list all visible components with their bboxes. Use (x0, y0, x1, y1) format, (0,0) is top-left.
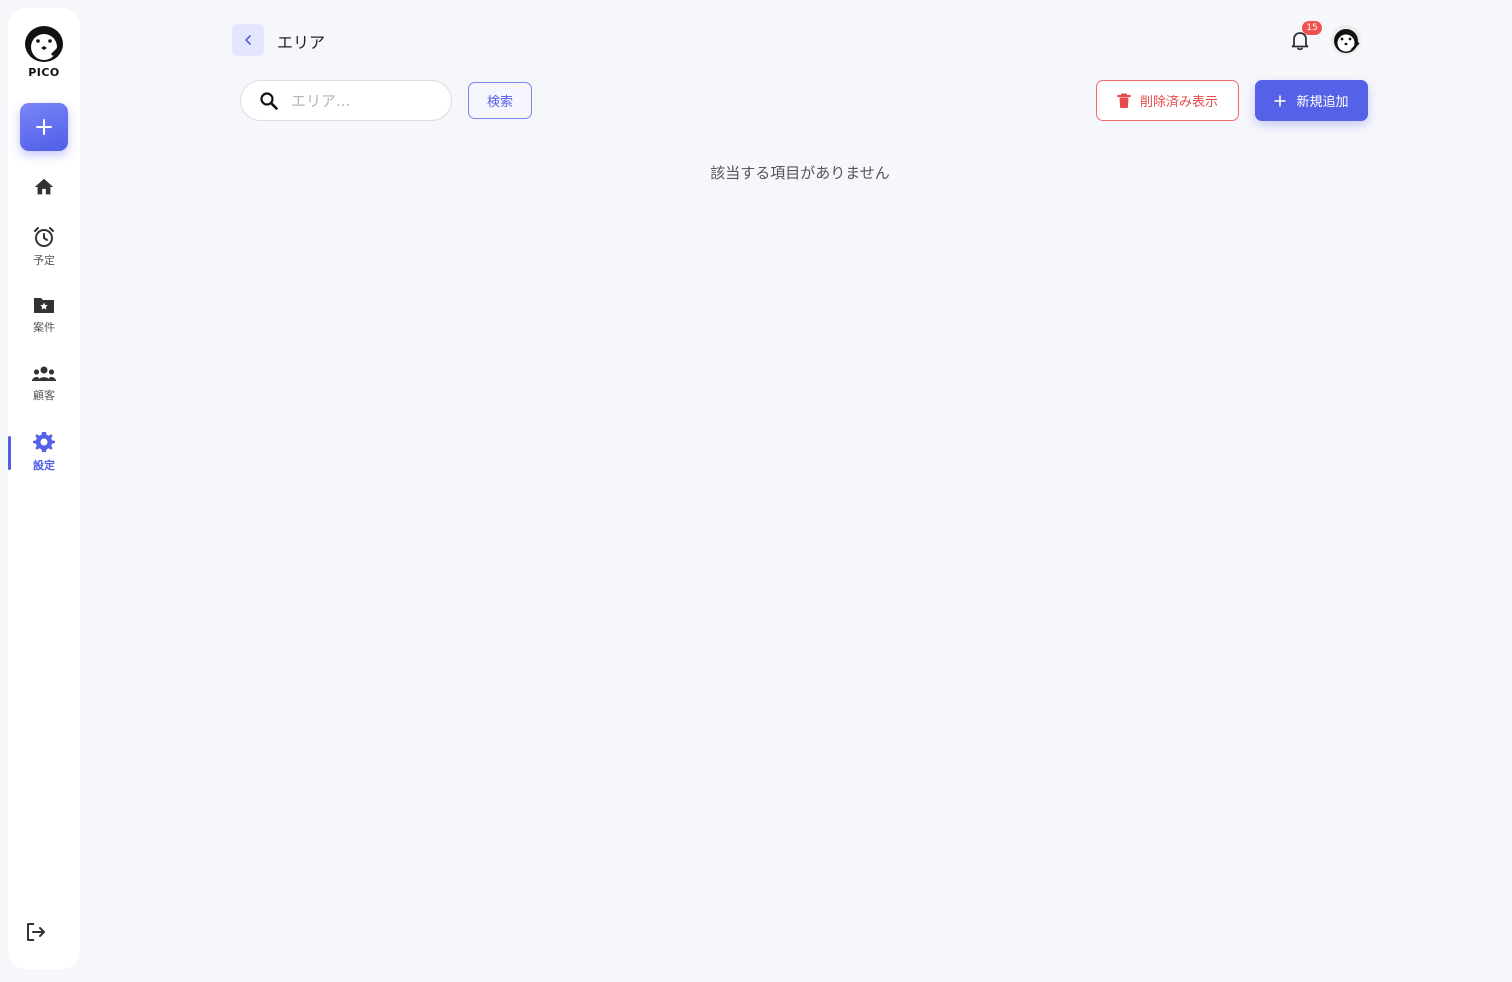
sidebar-item-home[interactable] (8, 176, 80, 198)
notification-count-badge: 15 (1302, 21, 1322, 35)
plus-icon (36, 119, 52, 135)
sidebar-item-label: 顧客 (33, 389, 55, 402)
add-new-label: 新規追加 (1296, 95, 1349, 110)
gear-icon (33, 432, 55, 452)
search-box (240, 80, 452, 121)
sidebar-item-customers[interactable]: 顧客 (8, 364, 80, 403)
home-icon (34, 178, 54, 195)
quick-add-button[interactable] (20, 103, 68, 151)
empty-state-message: 該当する項目がありません (710, 164, 890, 182)
folder-star-icon (34, 298, 54, 313)
alarm-clock-icon (34, 227, 54, 247)
logout-button[interactable] (24, 920, 48, 944)
sidebar-item-label: 案件 (33, 321, 55, 334)
search-input[interactable] (289, 89, 439, 113)
logout-icon (27, 923, 45, 941)
sidebar-item-projects[interactable]: 案件 (8, 294, 80, 335)
logo-text: PICO (28, 66, 60, 79)
show-deleted-label: 削除済み表示 (1139, 95, 1218, 110)
chevron-left-icon (245, 35, 251, 45)
sidebar: PICO 予定 案件 顧客 設定 (8, 8, 80, 970)
show-deleted-button[interactable]: 削除済み表示 (1096, 80, 1239, 121)
search-icon (260, 92, 278, 110)
sidebar-item-label: 設定 (33, 459, 55, 472)
sidebar-item-label: 予定 (33, 254, 55, 267)
sidebar-item-schedule[interactable]: 予定 (8, 225, 80, 268)
plus-icon (1274, 94, 1287, 107)
back-button[interactable] (232, 24, 264, 56)
app-logo[interactable]: PICO (8, 24, 80, 79)
people-icon (32, 366, 56, 381)
add-new-button[interactable]: 新規追加 (1255, 80, 1368, 121)
trash-icon (1116, 93, 1131, 108)
page-title: エリア (277, 33, 326, 52)
sidebar-item-settings[interactable]: 設定 (8, 430, 80, 473)
penguin-logo-icon (25, 26, 63, 62)
penguin-avatar-icon (1331, 25, 1361, 55)
user-avatar[interactable] (1331, 25, 1361, 55)
search-button[interactable]: 検索 (468, 82, 532, 119)
